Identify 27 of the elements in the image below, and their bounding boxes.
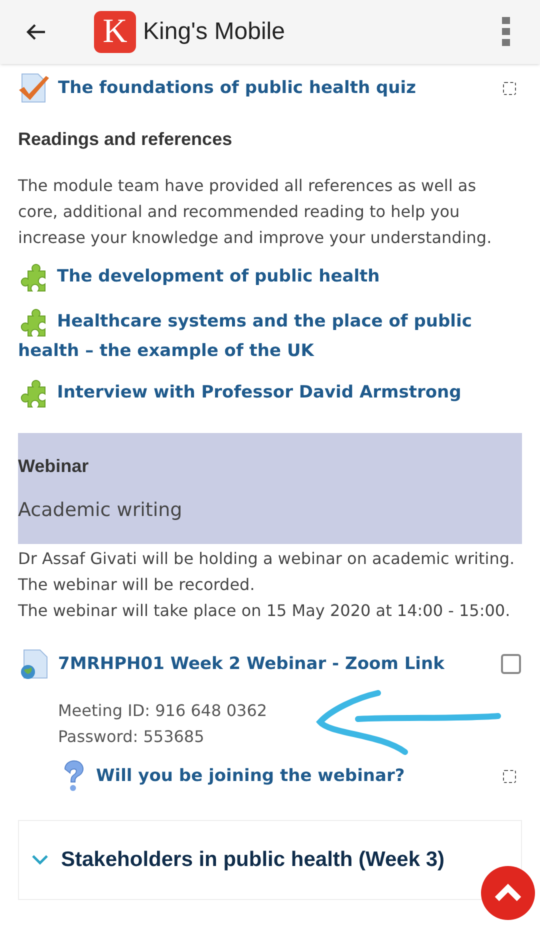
webinar-description: Dr Assaf Givati will be holding a webinar on academic writing. The webinar will be recorded. [18, 548, 516, 596]
question-mark-icon [62, 760, 86, 792]
section-heading: Readings and references [18, 128, 234, 151]
resource-link[interactable]: Interview with Professor David Armstrong [18, 377, 522, 409]
app-logo: K [94, 11, 136, 53]
meeting-detail: Meeting ID: 916 648 0362 [58, 700, 268, 722]
checkmark-document-icon [18, 72, 50, 104]
question-link[interactable]: Will you be joining the webinar? [96, 763, 405, 789]
resource-link[interactable]: Healthcare systems and the place of public health – the example of the UK [18, 306, 522, 364]
banner-subheading: Academic writing [18, 498, 184, 523]
webinar-description: The webinar will take place on 15 May 2020 at 14:00 - 15:00. [18, 600, 512, 622]
scroll-to-top-button[interactable] [481, 866, 535, 920]
completion-checkbox[interactable] [503, 82, 516, 94]
section-description: The module team have provided all references as well as core, additional and recommended reading to help you increase your knowledge and improve your understanding. [18, 175, 493, 249]
quiz-link[interactable]: The foundations of public health quiz [58, 75, 416, 101]
meeting-detail: Password: 553685 [58, 726, 206, 748]
overflow-menu-icon[interactable] [502, 17, 510, 47]
app-title: King's Mobile [143, 17, 285, 47]
chevron-up-icon [493, 883, 523, 903]
globe-document-icon [18, 648, 50, 680]
resource-link[interactable]: The development of public health [18, 261, 522, 293]
completion-checkbox[interactable] [503, 770, 516, 782]
banner-heading: Webinar [18, 454, 90, 478]
completion-checkbox[interactable] [501, 654, 521, 674]
chevron-icon[interactable] [31, 854, 49, 866]
section-title[interactable]: Stakeholders in public health (Week 3) [61, 844, 445, 876]
zoom-link[interactable]: 7MRHPH01 Week 2 Webinar - Zoom Link [58, 651, 444, 677]
